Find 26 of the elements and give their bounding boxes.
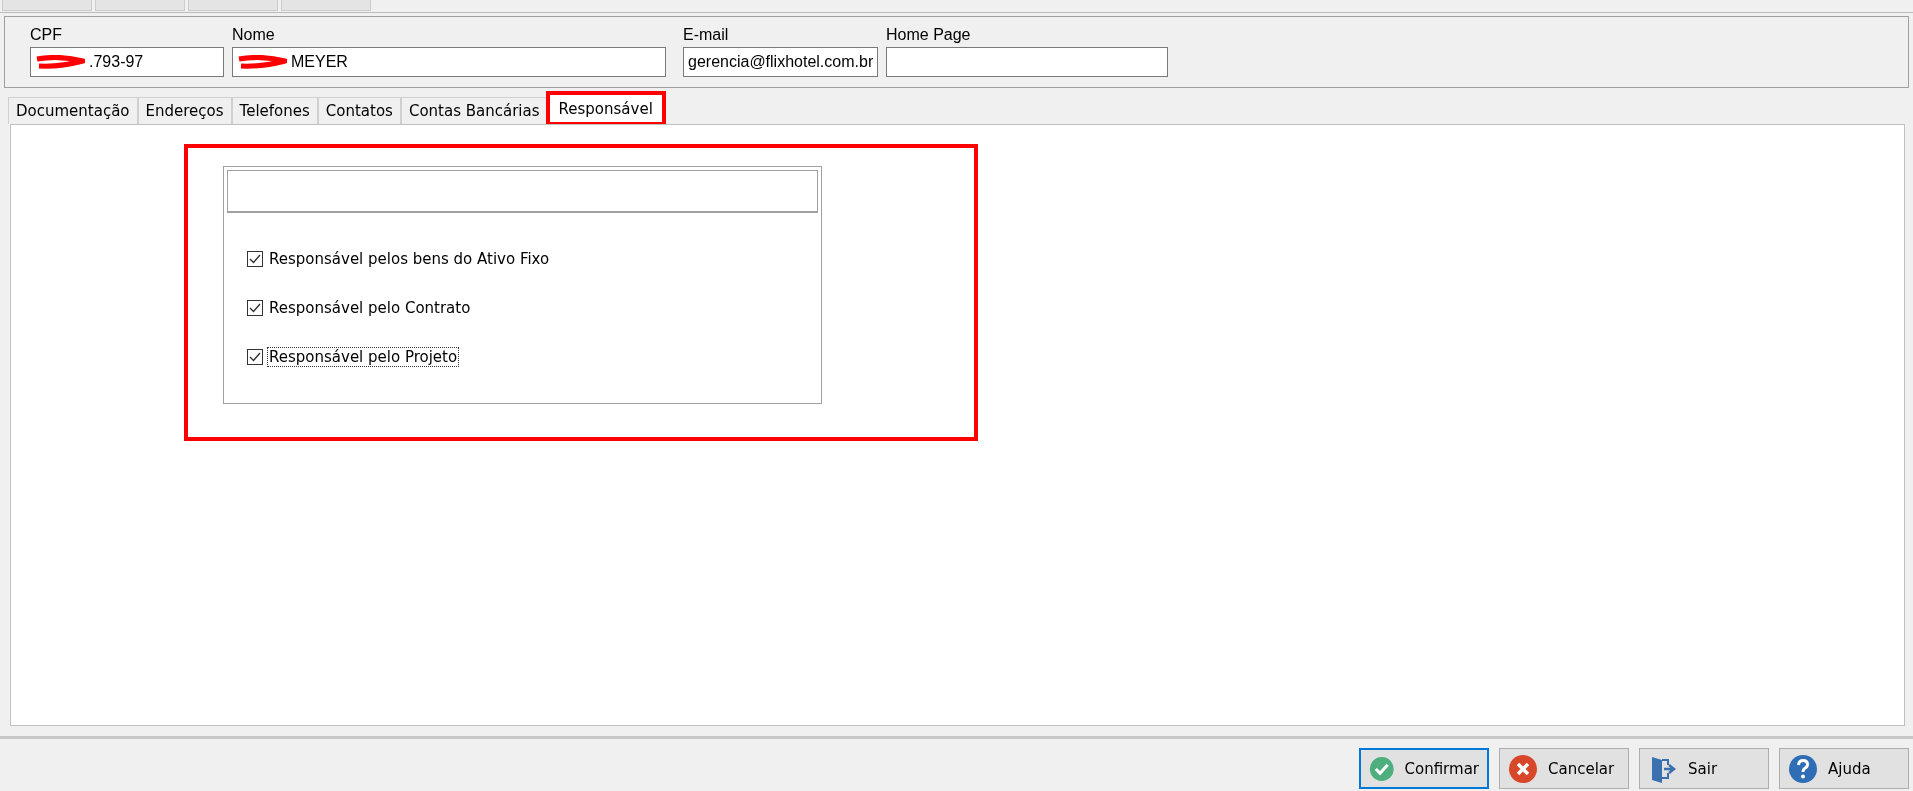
help-icon: [1788, 753, 1818, 784]
tab[interactable]: Endereços: [137, 97, 232, 124]
input-field[interactable]: gerencia@flixhotel.com.br: [683, 47, 878, 77]
field-label: E-mail: [683, 26, 730, 44]
help-button[interactable]: Ajuda: [1779, 748, 1909, 789]
confirm-button[interactable]: Confirmar: [1359, 748, 1489, 789]
tab[interactable]: Documentação: [8, 97, 138, 124]
checkbox-label[interactable]: Responsável pelo Contrato: [267, 298, 473, 318]
tab[interactable]: Contas Bancárias: [400, 97, 548, 124]
input-field[interactable]: .793-97: [30, 47, 224, 77]
field-label: CPF: [30, 26, 63, 44]
checkbox-label[interactable]: Responsável pelos bens do Ativo Fixo: [267, 249, 552, 269]
input-field[interactable]: [886, 47, 1168, 77]
checkbox[interactable]: [247, 300, 263, 316]
checkbox-label[interactable]: Responsável pelo Projeto: [267, 347, 460, 367]
field-label: Nome: [232, 26, 276, 44]
input-field[interactable]: MEYER: [232, 47, 666, 77]
tab[interactable]: Contatos: [317, 97, 401, 124]
cancel-button[interactable]: Cancelar: [1499, 748, 1629, 789]
tab[interactable]: Responsável: [547, 93, 664, 124]
tab[interactable]: Telefones: [231, 97, 318, 124]
close-icon: [1508, 753, 1538, 784]
checkbox[interactable]: [247, 251, 263, 267]
checkbox[interactable]: [247, 349, 263, 365]
field-label: Home Page: [886, 26, 972, 44]
exit-button[interactable]: Sair: [1639, 748, 1769, 789]
